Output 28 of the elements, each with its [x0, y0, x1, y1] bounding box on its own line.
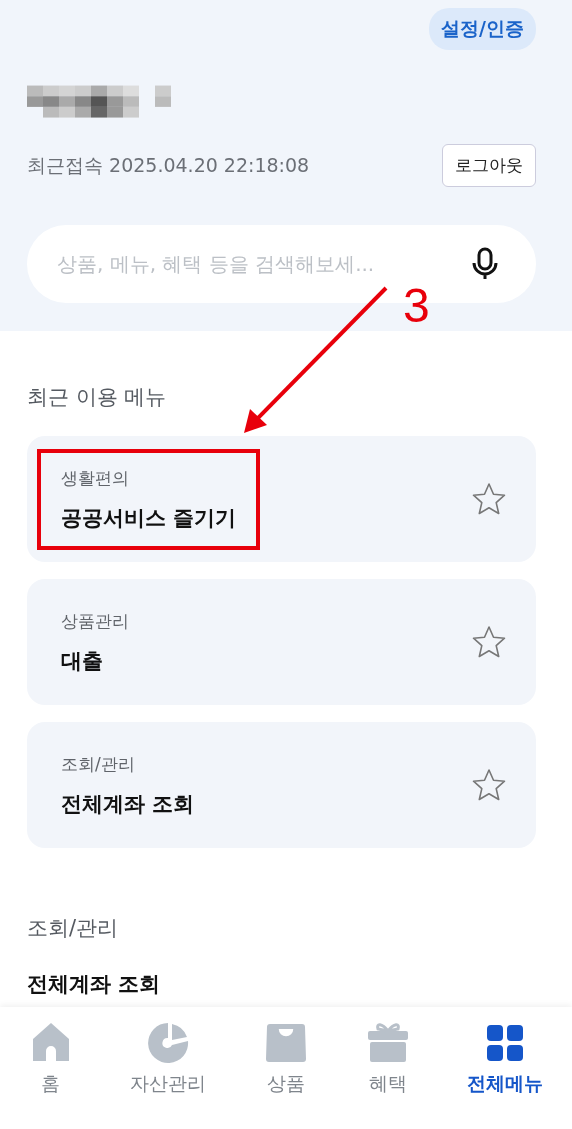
tab[interactable]: 홈	[24, 1021, 77, 1097]
card-title: 대출	[61, 647, 104, 675]
card-category: 상품관리	[61, 609, 129, 633]
tab[interactable]: 자산관리	[126, 1021, 211, 1097]
tab[interactable]: 혜택	[361, 1021, 414, 1097]
last-access-text: 최근접속 2025.04.20 22:18:08	[27, 152, 310, 178]
card-category: 생활편의	[61, 466, 130, 490]
search-field[interactable]: 상품, 메뉴, 혜택 등을 검색해보세...	[55, 251, 470, 277]
shopping-bag-icon	[264, 1021, 308, 1065]
tab[interactable]: 상품	[260, 1021, 312, 1097]
settings-badge[interactable]: 설정/인증	[429, 8, 536, 50]
section-title: 최근 이용 메뉴	[27, 384, 168, 411]
card-title: 공공서비스 즐기기	[61, 504, 237, 532]
section-title: 조회/관리	[27, 915, 120, 942]
card-category: 조회/관리	[61, 752, 136, 776]
pie-chart-icon	[146, 1021, 191, 1065]
star-icon[interactable]	[472, 768, 506, 802]
tab[interactable]: 전체메뉴	[463, 1021, 548, 1097]
gift-icon	[365, 1021, 410, 1065]
star-icon[interactable]	[472, 625, 506, 659]
logout-button[interactable]: 로그아웃	[442, 144, 536, 187]
microphone-icon[interactable]	[470, 247, 500, 281]
menu-card[interactable]: 상품관리 대출	[27, 579, 536, 705]
menu-card[interactable]: 생활편의 공공서비스 즐기기	[27, 436, 536, 562]
star-icon[interactable]	[472, 482, 506, 516]
card-title: 전체계좌 조회	[61, 790, 195, 818]
menu-item[interactable]: 전체계좌 조회	[27, 970, 536, 998]
menu-card[interactable]: 조회/관리 전체계좌 조회	[27, 722, 536, 848]
